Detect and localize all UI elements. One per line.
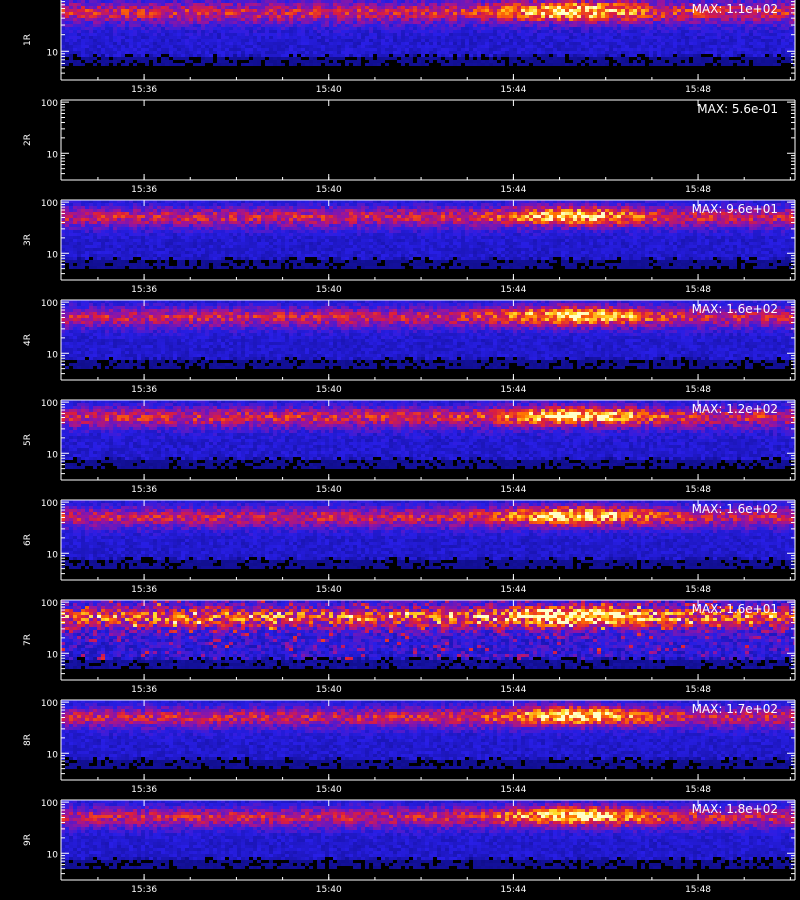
max-label: MAX: 1.2e+02 (692, 402, 778, 416)
heatmap-3r (61, 200, 795, 280)
panel-6r: 100 10 15:36 15:40 15:44 15:48 6R MAX: 1.6e+02 (23, 499, 796, 595)
panel-label: 8R (23, 734, 33, 746)
panel-label: 7R (23, 634, 33, 646)
y-tick-label: 100 (41, 499, 58, 509)
panel-1r: 10 15:36 15:40 15:44 15:48 1R MAX: 1.1e+02 (23, 0, 796, 95)
y-tick-label: 10 (47, 450, 59, 460)
x-tick-label: 15:36 (131, 385, 157, 395)
panel-5r: 100 10 15:36 15:40 15:44 15:48 5R MAX: 1.2e+02 (23, 399, 796, 495)
x-tick-label: 15:44 (500, 585, 526, 595)
y-tick-label: 10 (47, 250, 59, 260)
panel-4r: 100 10 15:36 15:40 15:44 15:48 4R MAX: 1.6e+02 (23, 299, 796, 395)
x-tick-label: 15:40 (316, 885, 342, 895)
heatmap-7r (61, 600, 795, 680)
max-label: MAX: 1.6e+02 (692, 302, 778, 316)
x-tick-label: 15:48 (685, 685, 711, 695)
x-tick-label: 15:36 (131, 585, 157, 595)
x-tick-label: 15:40 (316, 185, 342, 195)
x-tick-label: 15:44 (500, 685, 526, 695)
y-tick-label: 100 (41, 799, 58, 809)
x-tick-label: 15:48 (685, 285, 711, 295)
y-tick-label: 100 (41, 399, 58, 409)
panel-label: 6R (23, 534, 33, 546)
x-tick-label: 15:44 (500, 185, 526, 195)
x-tick-label: 15:36 (131, 85, 157, 95)
x-tick-label: 15:36 (131, 885, 157, 895)
max-label: MAX: 1.6e+02 (692, 502, 778, 516)
heatmap-2r (61, 100, 795, 180)
max-label: MAX: 1.8e+02 (692, 802, 778, 816)
panel-label: 1R (23, 34, 33, 46)
x-tick-label: 15:40 (316, 285, 342, 295)
panel-8r: 100 10 15:36 15:40 15:44 15:48 8R MAX: 1.7e+02 (23, 699, 796, 795)
y-tick-label: 100 (41, 599, 58, 609)
x-tick-label: 15:36 (131, 185, 157, 195)
x-tick-label: 15:36 (131, 285, 157, 295)
x-tick-label: 15:40 (316, 685, 342, 695)
x-tick-label: 15:44 (500, 885, 526, 895)
panel-label: 4R (23, 334, 33, 346)
max-label: MAX: 5.6e-01 (697, 102, 778, 116)
panel-label: 5R (23, 434, 33, 446)
y-tick-label: 100 (41, 199, 58, 209)
heatmap-5r (61, 400, 795, 480)
panel-2r: 100 10 15:36 15:40 15:44 15:48 2R MAX: 5.6e-01 (23, 99, 796, 195)
panel-9r: 100 10 15:36 15:40 15:44 15:48 9R MAX: 1.8e+02 (23, 799, 796, 895)
y-tick-label: 100 (41, 299, 58, 309)
heatmap-9r (61, 800, 795, 880)
y-tick-label: 100 (41, 699, 58, 709)
x-tick-label: 15:44 (500, 85, 526, 95)
x-tick-label: 15:36 (131, 785, 157, 795)
x-tick-label: 15:40 (316, 85, 342, 95)
heatmap-6r (61, 500, 795, 580)
panel-7r: 100 10 15:36 15:40 15:44 15:48 7R MAX: 1.6e+01 (23, 599, 796, 695)
max-label: MAX: 1.6e+01 (692, 602, 778, 616)
y-tick-label: 10 (47, 350, 59, 360)
spectrogram-figure: 1015:36 15:40 15:44 15:481RMAX: 1.1e+021001… (23, 0, 796, 895)
x-tick-label: 15:40 (316, 385, 342, 395)
x-tick-label: 15:44 (500, 285, 526, 295)
y-tick-label: 10 (47, 150, 59, 160)
panel-label: 2R (23, 134, 33, 146)
max-label: MAX: 9.6e+01 (692, 202, 778, 216)
x-tick-label: 15:48 (685, 885, 711, 895)
x-tick-label: 15:48 (685, 785, 711, 795)
x-tick-label: 15:48 (685, 385, 711, 395)
y-tick-label: 10 (47, 48, 59, 58)
x-tick-label: 15:48 (685, 585, 711, 595)
x-tick-label: 15:44 (500, 785, 526, 795)
y-tick-label: 10 (47, 750, 59, 760)
panel-3r: 100 10 15:36 15:40 15:44 15:48 3R MAX: 9.6e+01 (23, 199, 796, 295)
x-tick-label: 15:40 (316, 485, 342, 495)
heatmap-4r (61, 300, 795, 380)
y-tick-label: 10 (47, 650, 59, 660)
heatmap-1r (61, 0, 795, 80)
max-label: MAX: 1.1e+02 (692, 2, 778, 16)
x-tick-label: 15:48 (685, 485, 711, 495)
heatmap-8r (61, 700, 795, 780)
y-tick-label: 100 (41, 99, 58, 109)
max-label: MAX: 1.7e+02 (692, 702, 778, 716)
x-tick-label: 15:40 (316, 785, 342, 795)
x-tick-label: 15:40 (316, 585, 342, 595)
x-tick-label: 15:48 (685, 85, 711, 95)
x-tick-label: 15:44 (500, 385, 526, 395)
y-tick-label: 10 (47, 850, 59, 860)
x-tick-label: 15:36 (131, 685, 157, 695)
panel-label: 9R (23, 834, 33, 846)
x-tick-label: 15:36 (131, 485, 157, 495)
x-tick-label: 15:44 (500, 485, 526, 495)
panel-label: 3R (23, 234, 33, 246)
y-tick-label: 10 (47, 550, 59, 560)
x-tick-label: 15:48 (685, 185, 711, 195)
